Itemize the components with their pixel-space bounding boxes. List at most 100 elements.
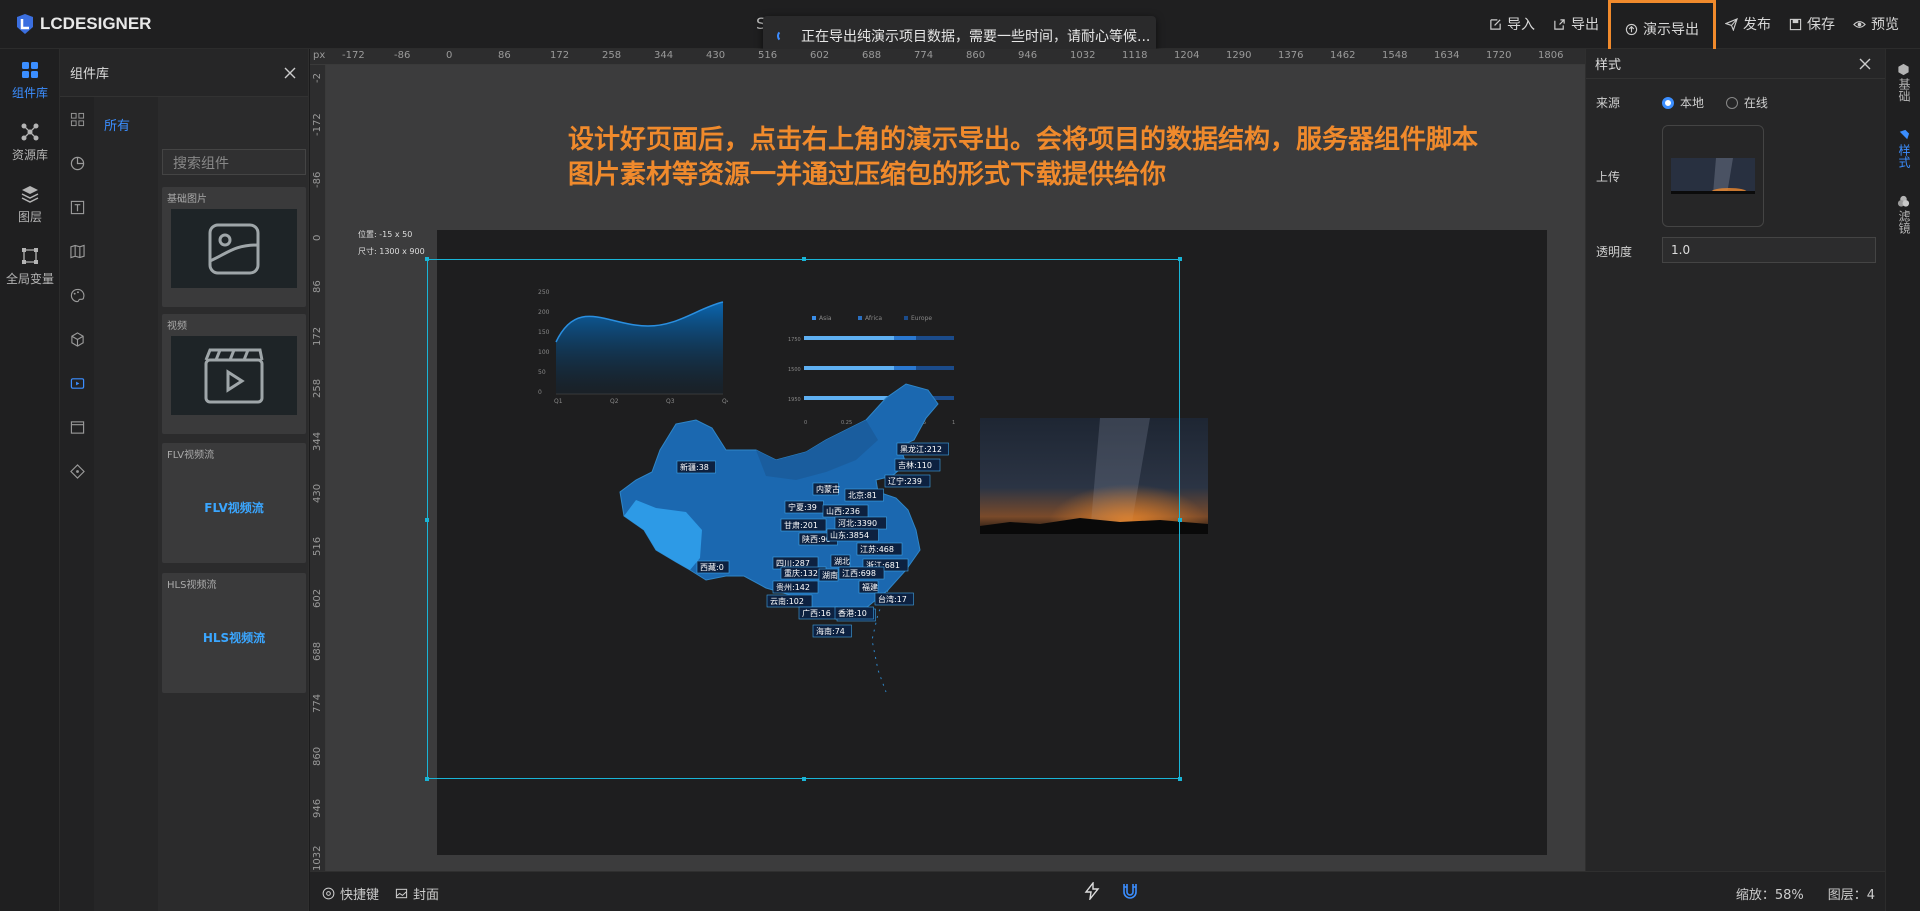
component-card-hls[interactable]: HLS视频流 HLS视频流 xyxy=(162,573,306,693)
resize-handle[interactable] xyxy=(1178,518,1182,522)
export-label: 导出 xyxy=(1571,17,1599,33)
palette-icon xyxy=(70,288,84,302)
ruler-tick: 430 xyxy=(706,50,726,61)
size-label: 尺寸: 1300 x 900 xyxy=(358,247,425,256)
radio-unchecked[interactable] xyxy=(1725,97,1738,109)
magnet-icon[interactable] xyxy=(1122,882,1138,900)
right-tab-label: 样式 xyxy=(1897,143,1911,168)
resize-handle[interactable] xyxy=(425,518,429,522)
category-other[interactable] xyxy=(60,449,94,493)
resize-handle[interactable] xyxy=(1178,257,1182,261)
zoom-label[interactable]: 缩放：58% xyxy=(1736,884,1804,903)
layer-count: 图层：4 xyxy=(1827,888,1875,903)
component-card-flv[interactable]: FLV视频流 FLV视频流 xyxy=(162,443,306,563)
style-panel-title: 样式 xyxy=(1595,58,1622,73)
upload-dropzone[interactable] xyxy=(1662,125,1764,227)
eye-icon xyxy=(1853,20,1866,28)
opacity-label: 透明度 xyxy=(1596,245,1633,259)
rail-item-label: 图层 xyxy=(17,209,42,224)
source-label: 来源 xyxy=(1596,96,1621,110)
ruler-tick: -172 xyxy=(342,50,365,61)
preview-button[interactable]: 预览 xyxy=(1844,0,1908,48)
resize-handle[interactable] xyxy=(802,257,806,261)
close-icon[interactable] xyxy=(284,67,296,79)
logo-text: LCDESIGNER xyxy=(40,14,152,33)
publish-button[interactable]: 发布 xyxy=(1716,0,1780,48)
ruler-left: -2 -172 -86 0 86 172 258 344 430 516 602 688 774 860 9… xyxy=(310,65,326,871)
export-button[interactable]: 导出 xyxy=(1544,0,1608,48)
ruler-tick: 1548 xyxy=(1382,50,1408,61)
category-chart[interactable] xyxy=(60,141,94,185)
category-3d[interactable] xyxy=(60,317,94,361)
radio-checked[interactable] xyxy=(1662,97,1674,109)
ruler-tick: -172 xyxy=(312,112,323,136)
ruler-tick: 1462 xyxy=(1330,50,1356,61)
tutorial-annotation: 设计好页面后，点击右上角的演示导出。会将项目的数据结构，服务器组件脚本 图片素材… xyxy=(568,123,1528,193)
import-button[interactable]: 导入 xyxy=(1480,0,1544,48)
ruler-tick: 344 xyxy=(312,431,323,451)
category-frame[interactable] xyxy=(60,405,94,449)
resize-handle[interactable] xyxy=(425,777,429,781)
text-icon xyxy=(70,200,84,214)
shortcuts-button[interactable]: 快捷键 xyxy=(322,884,379,903)
source-local-option[interactable]: 本地 xyxy=(1662,96,1704,110)
import-icon xyxy=(1490,18,1501,30)
card-title: 视频 xyxy=(167,321,187,332)
right-tab-style[interactable]: 样式 xyxy=(1886,115,1920,181)
component-panel: 组件库 所有 搜索组件 基础图片 视频 FLV视频流 FLV视频流 HLS视频流… xyxy=(60,49,309,911)
source-local-label: 本地 xyxy=(1680,96,1705,110)
resize-handle[interactable] xyxy=(425,257,429,261)
opacity-input[interactable]: 1.0 xyxy=(1662,237,1876,263)
source-options: 本地 在线 xyxy=(1662,94,1768,111)
category-column xyxy=(60,97,94,911)
right-tab-basic[interactable]: 基础 xyxy=(1886,49,1920,115)
ruler-tick: 1634 xyxy=(1434,50,1460,61)
right-tab-label: 滤镜 xyxy=(1897,209,1911,234)
category-media[interactable] xyxy=(60,361,94,405)
position-label: 位置: -15 x 50 xyxy=(358,230,413,239)
window-icon xyxy=(70,420,84,434)
tab-all[interactable]: 所有 xyxy=(104,115,130,134)
grid-outline-icon xyxy=(70,112,84,126)
shortcuts-label: 快捷键 xyxy=(340,888,380,903)
loading-spinner-icon xyxy=(777,29,789,42)
lightning-icon[interactable] xyxy=(1084,882,1100,900)
stream-label: FLV视频流 xyxy=(204,501,264,515)
category-theme[interactable] xyxy=(60,273,94,317)
ruler-tick: 86 xyxy=(498,50,511,61)
component-card-video[interactable]: 视频 xyxy=(162,314,306,434)
resize-handle[interactable] xyxy=(1178,777,1182,781)
ruler-tick: 516 xyxy=(312,536,323,556)
source-online-label: 在线 xyxy=(1743,96,1768,110)
rail-item-components[interactable]: 组件库 xyxy=(0,49,60,111)
selection-box[interactable] xyxy=(425,257,1182,781)
component-card-image[interactable]: 基础图片 xyxy=(162,187,306,307)
category-all[interactable] xyxy=(60,97,94,141)
source-online-option[interactable]: 在线 xyxy=(1725,96,1768,110)
cube-icon xyxy=(70,331,84,347)
layers-icon xyxy=(21,185,39,203)
close-icon[interactable] xyxy=(1859,58,1871,70)
category-map[interactable] xyxy=(60,229,94,273)
ruler-tick: 0 xyxy=(446,50,453,61)
category-text[interactable] xyxy=(60,185,94,229)
cover-button[interactable]: 封面 xyxy=(395,884,439,903)
card-title: FLV视频流 xyxy=(167,450,215,461)
rail-item-variables[interactable]: 全局变量 xyxy=(0,235,60,297)
resize-handle[interactable] xyxy=(802,777,806,781)
ruler-tick: 1118 xyxy=(1122,50,1148,61)
ruler-top: px -172 -86 0 86 172 258 344 430 516 602 688 774 860… xyxy=(310,49,1585,65)
search-input[interactable]: 搜索组件 xyxy=(162,149,306,175)
keyboard-icon xyxy=(322,887,335,900)
rail-item-layers[interactable]: 图层 xyxy=(0,173,60,235)
rail-item-label: 全局变量 xyxy=(5,271,54,286)
rail-item-label: 组件库 xyxy=(11,85,48,100)
ruler-unit: px xyxy=(313,50,326,61)
rail-item-resources[interactable]: 资源库 xyxy=(0,111,60,173)
ruler-tick: 1204 xyxy=(1174,50,1200,61)
save-button[interactable]: 保存 xyxy=(1780,0,1844,48)
component-list: 搜索组件 基础图片 视频 FLV视频流 FLV视频流 HLS视频流 HLS视频流 xyxy=(158,97,308,911)
ruler-tick: 860 xyxy=(966,50,986,61)
right-tab-filter[interactable]: 滤镜 xyxy=(1886,181,1920,247)
ruler-tick: 344 xyxy=(654,50,674,61)
